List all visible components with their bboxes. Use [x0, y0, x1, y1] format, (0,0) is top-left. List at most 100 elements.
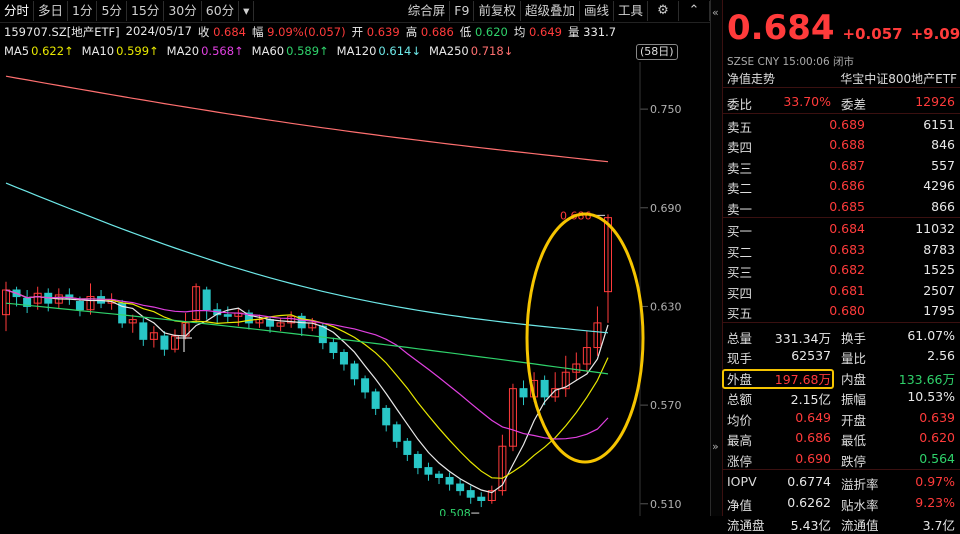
bid-volume: 2507	[923, 282, 955, 298]
candle-body	[456, 483, 465, 492]
candle-body	[413, 453, 422, 469]
extra-label: IOPV	[727, 474, 757, 489]
ma-item-ma60: MA60 0.589↑	[252, 44, 329, 60]
stat-value: 0.639	[919, 409, 955, 425]
candle-body	[318, 325, 327, 344]
quote-panel: 0.684 +0.057 +9.09% SZSE CNY 15:00:06 闭市…	[722, 0, 960, 533]
ratio-label: 委比	[727, 97, 753, 112]
vol-value: 331.7	[583, 25, 617, 39]
toolbar-btn-5[interactable]: 工具	[614, 1, 648, 21]
avg-label: 均	[513, 25, 526, 39]
period-tab-4[interactable]: 15分	[127, 1, 165, 21]
stat-value: 61.07%	[907, 327, 955, 343]
stat-label: 振幅	[841, 392, 867, 407]
price-change-pct: +9.09%	[910, 25, 960, 43]
low-annotation: 0.508	[439, 507, 471, 516]
stat-value: 62537	[791, 348, 831, 363]
stat-row: 现手 62537 量比 2.56	[723, 346, 960, 366]
last-price: 0.684	[727, 8, 835, 48]
ma-item-ma5: MA5 0.622↑	[4, 44, 74, 60]
ma-value: 0.718↓	[470, 44, 514, 58]
extra-value: 9.23%	[915, 494, 955, 510]
gear-icon[interactable]: ⚙	[648, 1, 679, 21]
market-status: SZSE CNY 15:00:06 闭市	[727, 54, 854, 69]
bid-price: 0.683	[829, 241, 865, 257]
ma-label: MA20	[166, 44, 200, 58]
ma-label: MA10	[81, 44, 115, 58]
ask-price: 0.686	[829, 178, 865, 193]
extra-value: 5.43亿	[790, 518, 831, 533]
y-tick-label: 0.630	[650, 300, 682, 313]
high-value: 0.686	[420, 25, 454, 39]
ask-price: 0.685	[829, 198, 865, 214]
ask-row: 卖五 0.689 6151	[723, 115, 960, 135]
candle-body	[424, 467, 433, 475]
ma-item-ma20: MA20 0.568↑	[167, 44, 244, 60]
y-tick-label: 0.690	[650, 202, 682, 215]
quote-header: 0.684 +0.057 +9.09%	[727, 8, 960, 48]
price-change: +0.057	[842, 25, 903, 43]
extra-label: 流通值	[841, 518, 879, 533]
toolbar-btn-0[interactable]: 综合屏	[404, 1, 451, 21]
divider	[723, 469, 960, 470]
ratio-value: 33.70%	[783, 94, 831, 109]
y-tick-label: 0.510	[650, 498, 682, 511]
period-tab-3[interactable]: 5分	[97, 1, 127, 21]
period-tab-6[interactable]: 60分	[202, 1, 240, 21]
toolbar-btn-2[interactable]: 前复权	[474, 1, 521, 21]
ma-value: 0.614↓	[378, 44, 421, 58]
y-tick-label: 0.570	[650, 399, 682, 412]
chart-toolbar: 分时 多日 1分 5分 15分 30分 60分 ▾ 综合屏 F9 前复权 超级叠加 画线 工具 ⚙ ⌃	[0, 0, 710, 23]
ma-value: 0.568↑	[201, 44, 244, 58]
candle-body	[435, 473, 444, 478]
toolbar-btn-3[interactable]: 超级叠加	[521, 1, 580, 21]
candle-body	[392, 424, 401, 442]
ask-row: 卖一 0.685 866	[723, 197, 960, 217]
candle-body	[160, 335, 169, 350]
period-tab-5[interactable]: 30分	[164, 1, 202, 21]
candlestick-chart[interactable]: 0.7500.6900.6300.5700.5100.6860.508	[0, 62, 708, 516]
stat-row: 均价 0.649 开盘 0.639	[723, 408, 960, 428]
ma-value: 0.599↑	[116, 44, 159, 58]
period-tab-1[interactable]: 多日	[34, 1, 69, 21]
collapse-icon[interactable]: «	[712, 6, 719, 19]
candle-body	[445, 476, 454, 485]
stat-label: 涨停	[727, 453, 753, 469]
candle-body	[361, 378, 370, 393]
extra-label: 流通盘	[727, 518, 765, 533]
stat-label: 最高	[727, 433, 753, 448]
expand-icon[interactable]: »	[712, 440, 719, 453]
bid-label: 买四	[727, 285, 753, 301]
quote-tabs: 净值走势 华宝中证800地产ETF	[723, 70, 960, 88]
candle-body	[540, 379, 549, 398]
stat-value: 331.34万	[774, 330, 831, 346]
quote-info-bar: 159707.SZ[地产ETF] 2024/05/17 收 0.684 幅 9.…	[4, 24, 616, 42]
diff-label: 委差	[841, 97, 867, 112]
candle-body	[75, 301, 84, 311]
stat-label: 换手	[841, 330, 867, 346]
ask-volume: 846	[931, 137, 955, 152]
candle-body	[403, 440, 412, 455]
stat-label: 均价	[727, 412, 753, 428]
candle-body	[266, 319, 275, 327]
candle-body	[466, 490, 475, 498]
days-range-button[interactable]: (58日)	[636, 44, 678, 60]
candle-body	[477, 496, 486, 501]
ma-label: MA120	[336, 44, 377, 58]
stat-row: 最高 0.686 最低 0.620	[723, 428, 960, 448]
period-tab-7[interactable]: ▾	[239, 1, 255, 21]
period-tab-0[interactable]: 分时	[0, 1, 35, 21]
chart-panel: 分时 多日 1分 5分 15分 30分 60分 ▾ 综合屏 F9 前复权 超级叠加 画线 工具 ⚙ ⌃ 159…	[0, 0, 710, 516]
date-label: 2024/05/17	[125, 24, 192, 38]
ask-volume: 6151	[923, 116, 955, 132]
chevron-up-icon[interactable]: ⌃	[679, 1, 710, 21]
ma-label: MA60	[251, 44, 285, 58]
bid-volume: 11032	[915, 221, 955, 236]
toolbar-btn-4[interactable]: 画线	[580, 1, 614, 21]
ask-row: 卖三 0.687 557	[723, 156, 960, 176]
stat-value: 2.15亿	[790, 392, 831, 407]
tab-nav-trend[interactable]: 净值走势	[727, 70, 775, 87]
toolbar-btn-1[interactable]: F9	[450, 1, 475, 21]
open-value: 0.639	[366, 25, 400, 39]
period-tab-2[interactable]: 1分	[68, 1, 98, 21]
